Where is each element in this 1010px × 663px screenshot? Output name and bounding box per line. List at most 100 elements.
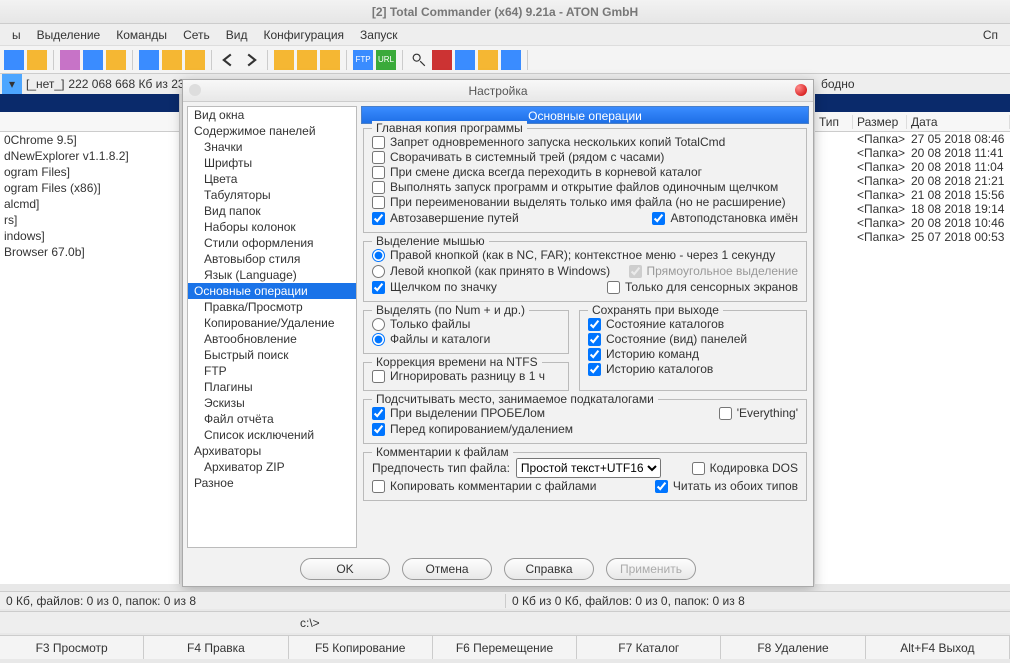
list-item[interactable]: ogram Files (x86)]: [0, 180, 179, 196]
chk-everything[interactable]: 'Everything': [719, 406, 798, 420]
chk-save-panels[interactable]: Состояние (вид) панелей: [588, 332, 798, 346]
f8-button[interactable]: F8 Удаление: [721, 636, 865, 659]
radio-files-only[interactable]: Только файлы: [372, 317, 560, 331]
copynames-icon[interactable]: [478, 50, 498, 70]
f7-button[interactable]: F7 Каталог: [577, 636, 721, 659]
chk-single-instance[interactable]: Запрет одновременного запуска нескольких…: [372, 135, 798, 149]
chk-icon-click[interactable]: Щелчком по значку: [372, 280, 497, 294]
category-item[interactable]: Быстрый поиск: [188, 347, 356, 363]
col-type[interactable]: Тип: [815, 115, 853, 129]
f4-button[interactable]: F4 Правка: [144, 636, 288, 659]
url-icon[interactable]: URL: [376, 50, 396, 70]
category-list[interactable]: Вид окнаСодержимое панелейЗначкиШрифтыЦв…: [187, 106, 357, 548]
chk-before-copy[interactable]: Перед копированием/удалением: [372, 422, 798, 436]
tree-icon[interactable]: [139, 50, 159, 70]
category-item[interactable]: Автовыбор стиля: [188, 251, 356, 267]
category-item[interactable]: Основные операции: [188, 283, 356, 299]
cancel-button[interactable]: Отмена: [402, 558, 492, 580]
chk-ignore-1h[interactable]: Игнорировать разницу в 1 ч: [372, 369, 560, 383]
list-item[interactable]: dNewExplorer v1.1.8.2]: [0, 148, 179, 164]
altf4-button[interactable]: Alt+F4 Выход: [866, 636, 1010, 659]
f5-button[interactable]: F5 Копирование: [289, 636, 433, 659]
table-row[interactable]: <Папка>27 05 2018 08:46: [815, 132, 1010, 146]
pack-icon[interactable]: [274, 50, 294, 70]
list-item[interactable]: ogram Files]: [0, 164, 179, 180]
category-item[interactable]: Автообновление: [188, 331, 356, 347]
combo-comment-type[interactable]: Простой текст+UTF16: [516, 458, 661, 478]
f3-button[interactable]: F3 Просмотр: [0, 636, 144, 659]
invert-icon[interactable]: [162, 50, 182, 70]
category-item[interactable]: Список исключений: [188, 427, 356, 443]
drive-dropdown-icon[interactable]: ▾: [2, 74, 22, 94]
menu-item[interactable]: Выделение: [29, 26, 109, 44]
category-item[interactable]: Табуляторы: [188, 187, 356, 203]
table-row[interactable]: <Папка>25 07 2018 00:53: [815, 230, 1010, 244]
chk-single-click[interactable]: Выполнять запуск программ и открытие фай…: [372, 180, 798, 194]
radio-files-and-dirs[interactable]: Файлы и каталоги: [372, 332, 560, 346]
close-icon[interactable]: [795, 84, 807, 96]
multirename-icon[interactable]: [432, 50, 452, 70]
help-button[interactable]: Справка: [504, 558, 594, 580]
menu-item[interactable]: Сеть: [175, 26, 218, 44]
category-item[interactable]: Файл отчёта: [188, 411, 356, 427]
category-item[interactable]: Шрифты: [188, 155, 356, 171]
chk-read-both[interactable]: Читать из обоих типов: [655, 479, 798, 493]
list-item[interactable]: rs]: [0, 212, 179, 228]
table-row[interactable]: <Папка>21 08 2018 15:56: [815, 188, 1010, 202]
category-item[interactable]: Разное: [188, 475, 356, 491]
category-item[interactable]: Эскизы: [188, 395, 356, 411]
category-item[interactable]: Значки: [188, 139, 356, 155]
list-item[interactable]: Browser 67.0b]: [0, 244, 179, 260]
search-icon[interactable]: [409, 50, 429, 70]
category-item[interactable]: Копирование/Удаление: [188, 315, 356, 331]
cdtree-icon[interactable]: [27, 50, 47, 70]
category-item[interactable]: Вид папок: [188, 203, 356, 219]
thumbs-icon[interactable]: [106, 50, 126, 70]
chk-tray[interactable]: Сворачивать в системный трей (рядом с ча…: [372, 150, 798, 164]
category-item[interactable]: Правка/Просмотр: [188, 299, 356, 315]
back-icon[interactable]: [218, 50, 238, 70]
radio-right-button[interactable]: Правой кнопкой (как в NC, FAR); контекст…: [372, 248, 798, 262]
category-item[interactable]: Архиваторы: [188, 443, 356, 459]
chk-dos-encoding[interactable]: Кодировка DOS: [692, 459, 798, 477]
chk-root-on-change[interactable]: При смене диска всегда переходить в корн…: [372, 165, 798, 179]
category-item[interactable]: Язык (Language): [188, 267, 356, 283]
full-icon[interactable]: [83, 50, 103, 70]
menu-item[interactable]: Вид: [218, 26, 256, 44]
chk-save-dirs[interactable]: Состояние каталогов: [588, 317, 798, 331]
table-row[interactable]: <Папка>20 08 2018 11:04: [815, 160, 1010, 174]
brief-icon[interactable]: [60, 50, 80, 70]
col-size[interactable]: Размер: [853, 115, 907, 129]
radio-left-button[interactable]: Левой кнопкой (как принято в Windows): [372, 264, 610, 278]
dialog-titlebar[interactable]: Настройка: [183, 80, 813, 102]
menu-item[interactable]: Конфигурация: [255, 26, 352, 44]
chk-save-cmdhist[interactable]: Историю команд: [588, 347, 798, 361]
chk-space-select[interactable]: При выделении ПРОБЕЛом: [372, 406, 545, 420]
category-item[interactable]: Стили оформления: [188, 235, 356, 251]
chk-autocomplete[interactable]: Автозавершение путей: [372, 211, 519, 225]
command-line[interactable]: c:\>: [0, 611, 1010, 633]
col-date[interactable]: Дата: [907, 115, 1010, 129]
chk-touch-only[interactable]: Только для сенсорных экранов: [607, 280, 798, 294]
unpack2-icon[interactable]: [320, 50, 340, 70]
category-item[interactable]: Цвета: [188, 171, 356, 187]
category-item[interactable]: Вид окна: [188, 107, 356, 123]
swap-icon[interactable]: [185, 50, 205, 70]
refresh-icon[interactable]: [4, 50, 24, 70]
notepad-icon[interactable]: [534, 50, 554, 70]
unpack-icon[interactable]: [297, 50, 317, 70]
chk-save-dirhist[interactable]: Историю каталогов: [588, 362, 798, 376]
menu-item[interactable]: Запуск: [352, 26, 406, 44]
category-item[interactable]: Архиватор ZIP: [188, 459, 356, 475]
forward-icon[interactable]: [241, 50, 261, 70]
category-item[interactable]: FTP: [188, 363, 356, 379]
chk-copy-comments[interactable]: Копировать комментарии с файлами: [372, 479, 596, 493]
ftp-icon[interactable]: FTP: [353, 50, 373, 70]
f6-button[interactable]: F6 Перемещение: [433, 636, 577, 659]
sync-icon[interactable]: [455, 50, 475, 70]
list-item[interactable]: indows]: [0, 228, 179, 244]
table-row[interactable]: <Папка>20 08 2018 10:46: [815, 216, 1010, 230]
table-row[interactable]: <Папка>20 08 2018 21:21: [815, 174, 1010, 188]
chk-rename-name-only[interactable]: При переименовании выделять только имя ф…: [372, 195, 798, 209]
menu-item[interactable]: Команды: [108, 26, 175, 44]
